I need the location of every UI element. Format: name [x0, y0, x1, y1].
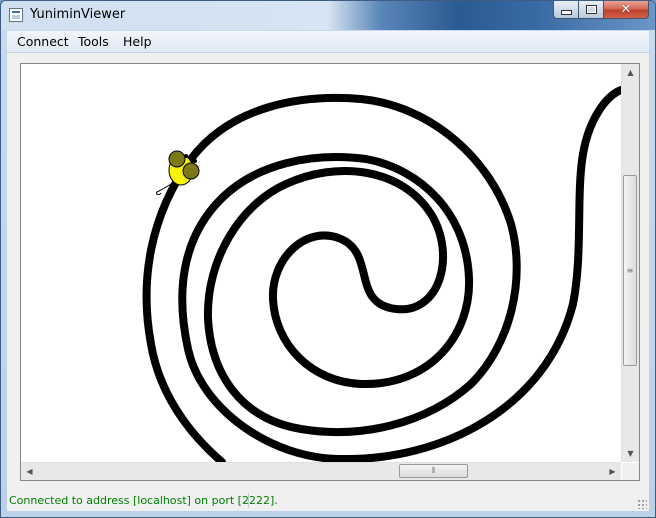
status-separator — [248, 493, 249, 508]
app-icon[interactable] — [9, 8, 23, 22]
vertical-thumb-grip: ≡ — [626, 266, 634, 275]
status-text: Connected to address [localhost] on port… — [9, 494, 278, 507]
maximize-icon — [585, 5, 597, 14]
horizontal-scroll-thumb[interactable]: ⦀ — [399, 464, 468, 478]
close-button[interactable]: ✕ — [604, 1, 649, 19]
close-icon: ✕ — [620, 2, 632, 17]
window-title: YuniminViewer — [30, 7, 126, 22]
menu-tools[interactable]: Tools — [78, 34, 109, 49]
vertical-scroll-thumb[interactable]: ≡ — [623, 175, 637, 366]
menu-bar: Connect Tools Help — [7, 31, 649, 53]
minimize-button[interactable] — [553, 1, 579, 19]
status-bar: Connected to address [localhost] on port… — [7, 489, 649, 511]
minimize-icon — [560, 10, 572, 15]
track-drawing — [142, 86, 621, 462]
horizontal-scrollbar[interactable]: ◀ ⦀ ▶ — [21, 462, 621, 480]
scroll-right-arrow[interactable]: ▶ — [604, 463, 621, 480]
resize-grip-icon[interactable] — [637, 499, 647, 509]
menu-connect[interactable]: Connect — [17, 34, 69, 49]
vertical-scrollbar[interactable]: ▲ ≡ ▼ — [621, 64, 639, 462]
horizontal-thumb-grip: ⦀ — [431, 466, 436, 475]
maze-canvas[interactable] — [21, 64, 621, 462]
scrollbar-corner — [622, 463, 639, 480]
spiral-track — [142, 86, 621, 462]
title-bar[interactable]: YuniminViewer ✕ — [1, 1, 655, 30]
scroll-up-arrow[interactable]: ▲ — [622, 64, 639, 81]
maximize-button[interactable] — [579, 1, 604, 19]
scroll-down-arrow[interactable]: ▼ — [622, 445, 639, 462]
client-area: ▲ ≡ ▼ ◀ ⦀ ▶ Connected to address [localh… — [7, 53, 649, 511]
scroll-left-arrow[interactable]: ◀ — [21, 463, 38, 480]
scroll-viewport: ▲ ≡ ▼ ◀ ⦀ ▶ — [20, 63, 640, 481]
menu-help[interactable]: Help — [123, 34, 152, 49]
window-controls: ✕ — [553, 1, 649, 21]
app-window: YuniminViewer ✕ Connect Tools Help ▲ ≡ ▼… — [0, 0, 656, 518]
